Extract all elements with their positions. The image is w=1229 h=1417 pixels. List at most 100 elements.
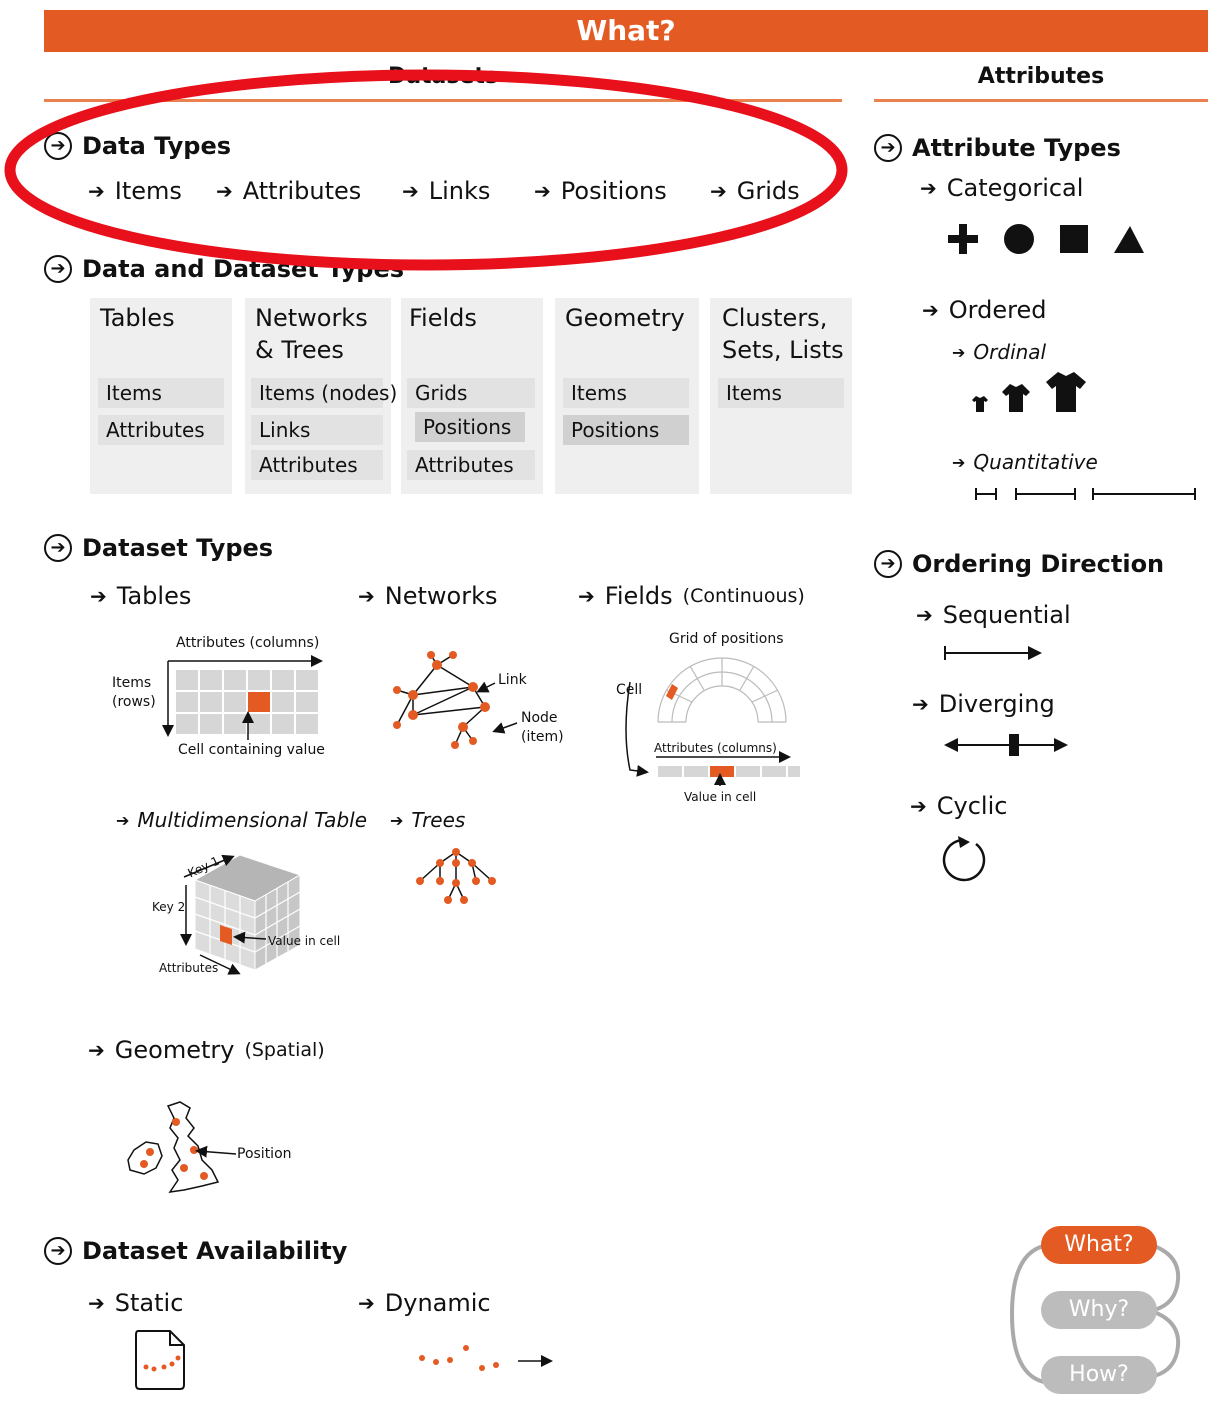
- arrow-icon: ➔: [358, 584, 375, 608]
- static-label: ➔ Static: [88, 1289, 184, 1317]
- arrow-icon: ➔: [90, 584, 107, 608]
- red-highlight-ellipse: [4, 69, 848, 271]
- what-banner: What?: [44, 10, 1208, 52]
- table-grid-cell: [272, 670, 294, 690]
- arrow-icon: ➔: [916, 603, 933, 627]
- box-cell: Attributes: [98, 415, 224, 445]
- field-attribute-cell: [762, 766, 786, 777]
- fields-cols-label: Attributes (columns): [654, 741, 777, 755]
- table-grid-cell: [248, 692, 270, 712]
- field-grid-illustration: [625, 657, 800, 786]
- circle-icon: [1004, 224, 1034, 254]
- attribute-types-heading: ➔ Attribute Types: [874, 134, 1121, 162]
- cube-attributes-label: Attributes: [159, 961, 219, 975]
- cube-value-label: Value in cell: [268, 934, 341, 948]
- box-cell: Positions: [415, 412, 525, 442]
- network-link-label: Link: [498, 672, 527, 688]
- box-cell: Attributes: [251, 450, 383, 480]
- arrow-icon: ➔: [910, 794, 927, 818]
- arrow-icon: ➔: [578, 584, 595, 608]
- table-grid-cell: [200, 670, 222, 690]
- box-cell: Items: [98, 378, 224, 408]
- sequential-label: ➔ Sequential: [916, 601, 1071, 629]
- box-cell: Items: [563, 378, 689, 408]
- table-grid-cell: [248, 714, 270, 734]
- tables-cell-label: Cell containing value: [178, 742, 325, 758]
- fields-value-label: Value in cell: [684, 790, 757, 804]
- arrow-icon: ➔: [88, 1038, 105, 1062]
- box-title: Tables: [100, 304, 175, 332]
- arrow-icon: ➔: [390, 810, 404, 830]
- table-grid-cell: [296, 714, 318, 734]
- attributes-header: Attributes: [977, 64, 1105, 89]
- table-grid-cell: [224, 714, 246, 734]
- box-title: Networks & Trees: [255, 304, 368, 364]
- ordered-label: ➔ Ordered: [922, 296, 1047, 324]
- ordinal-label: ➔ Ordinal: [952, 340, 1047, 364]
- tshirt-sizes-icon: [972, 372, 1086, 412]
- field-attribute-cell: [684, 766, 708, 777]
- box-cell: Positions: [563, 415, 689, 445]
- circle-arrow-icon: ➔: [874, 550, 902, 578]
- box-networks-trees: Networks & Trees Items (nodes) Links Att…: [245, 298, 397, 494]
- tables-label: ➔ Tables: [90, 582, 192, 610]
- field-attribute-cell: [710, 766, 734, 777]
- sequential-arrow-icon: [944, 646, 1042, 660]
- nav-why-button[interactable]: Why?: [1041, 1291, 1157, 1329]
- table-grid-illustration: [162, 655, 323, 740]
- box-cell: Links: [251, 415, 383, 445]
- cyclic-label: ➔ Cyclic: [910, 792, 1008, 820]
- dynamic-stream-icon: [419, 1345, 553, 1371]
- quantitative-bars: [975, 488, 1196, 500]
- box-clusters: Clusters, Sets, Lists Items: [710, 298, 852, 494]
- nav-how-button[interactable]: How?: [1041, 1356, 1157, 1394]
- arrow-icon: ➔: [952, 342, 966, 362]
- box-tables: Tables Items Attributes: [90, 298, 232, 494]
- network-node-label: Node (item): [521, 710, 564, 745]
- box-title: Clusters, Sets, Lists: [722, 304, 844, 364]
- nav-what-button[interactable]: What?: [1041, 1226, 1157, 1264]
- triangle-icon: [1114, 226, 1144, 253]
- table-grid-cell: [200, 692, 222, 712]
- ordering-direction-heading: ➔ Ordering Direction: [874, 550, 1164, 578]
- table-grid-cell: [272, 714, 294, 734]
- diverging-arrow-icon: [944, 734, 1068, 756]
- dataset-types-heading: ➔ Dataset Types: [44, 534, 273, 562]
- table-grid-cell: [176, 670, 198, 690]
- categorical-shapes: [948, 224, 1144, 254]
- box-cell: Items: [718, 378, 844, 408]
- static-file-icon: [135, 1330, 185, 1390]
- tables-cols-label: Attributes (columns): [176, 635, 320, 651]
- field-attribute-cell: [788, 766, 800, 777]
- trees-label: ➔ Trees: [390, 808, 466, 832]
- categorical-label: ➔ Categorical: [920, 174, 1084, 202]
- plus-icon: [948, 224, 978, 254]
- table-grid-cell: [248, 670, 270, 690]
- table-grid-cell: [272, 692, 294, 712]
- table-grid-cell: [296, 670, 318, 690]
- circle-arrow-icon: ➔: [44, 534, 72, 562]
- box-geometry: Geometry Items Positions: [555, 298, 699, 494]
- geometry-label: ➔ Geometry (Spatial): [88, 1036, 325, 1064]
- table-grid-cell: [224, 670, 246, 690]
- square-icon: [1060, 225, 1088, 253]
- tree-illustration: [416, 848, 496, 904]
- cyclic-arrow-icon: [942, 836, 986, 882]
- availability-heading: ➔ Dataset Availability: [44, 1237, 347, 1265]
- arrow-icon: ➔: [912, 692, 929, 716]
- circle-arrow-icon: ➔: [44, 1237, 72, 1265]
- table-grid-cell: [200, 714, 222, 734]
- box-cell: Items (nodes): [251, 378, 397, 408]
- box-title: Geometry: [565, 304, 685, 332]
- networks-label: ➔ Networks: [358, 582, 498, 610]
- uk-map-illustration: [127, 1101, 237, 1193]
- arrow-icon: ➔: [116, 810, 130, 830]
- table-grid-cell: [296, 692, 318, 712]
- fields-label: ➔ Fields (Continuous): [578, 582, 805, 610]
- arrow-icon: ➔: [920, 176, 937, 200]
- box-title: Fields: [409, 304, 477, 332]
- table-grid-cell: [224, 692, 246, 712]
- quantitative-label: ➔ Quantitative: [952, 450, 1098, 474]
- multidimensional-label: ➔ Multidimensional Table: [116, 808, 367, 832]
- field-attribute-cell: [736, 766, 760, 777]
